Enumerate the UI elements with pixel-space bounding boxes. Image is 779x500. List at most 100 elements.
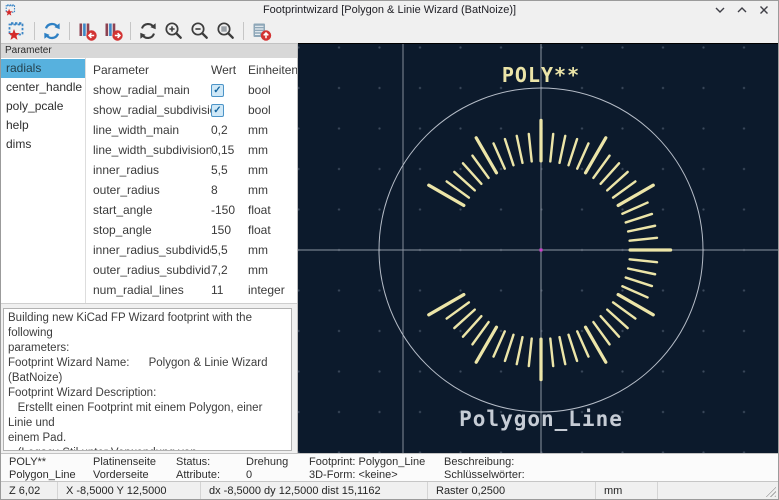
footprint-value-text: Polygon_Line [459, 407, 623, 431]
status-field: Drehung [246, 456, 309, 469]
param-value[interactable]: 11 [211, 283, 248, 297]
radial-subdivision-line [630, 238, 657, 241]
status-column: Drehung0 [246, 456, 309, 481]
param-name: inner_radius [86, 163, 211, 177]
zoom-to-fit-icon[interactable] [213, 19, 239, 43]
previous-parameters-page-icon[interactable] [74, 19, 100, 43]
checkbox-show_radial_main[interactable]: ✓ [211, 84, 224, 97]
param-value[interactable]: 150 [211, 223, 248, 237]
footprint-wizard-window: Footprintwizard [Polygon & Linie Wizard … [0, 0, 779, 500]
close-icon[interactable] [758, 4, 769, 15]
radial-subdivision-line [622, 203, 647, 214]
message-line: Building new KiCad FP Wizard footprint w… [8, 311, 287, 341]
table-row: show_radial_subdivision✓bool [86, 100, 297, 120]
wizard-page-item-radials[interactable]: radials [1, 59, 85, 78]
maximize-icon[interactable] [736, 4, 747, 15]
param-unit: mm [248, 163, 297, 177]
table-row: show_radial_main✓bool [86, 80, 297, 100]
status-field: Status: [176, 456, 246, 469]
radial-subdivision-line [577, 331, 588, 356]
radial-subdivision-line [472, 322, 488, 344]
wizard-page-list: radialscenter_handlepoly_pcalehelpdims [1, 58, 86, 303]
radial-main-line [429, 295, 464, 315]
param-value[interactable]: ✓ [211, 84, 248, 97]
param-unit: mm [248, 243, 297, 257]
coord-segment: mm [596, 482, 658, 499]
table-row: outer_radius_subdivider7,2mm [86, 260, 297, 280]
footprint-wizard-app-icon [4, 3, 18, 17]
param-name: line_width_main [86, 123, 211, 137]
coord-segment: Raster 0,2500 [428, 482, 596, 499]
radial-subdivision-line [569, 335, 578, 361]
param-name: stop_angle [86, 223, 211, 237]
footprint-preview-canvas[interactable]: POLY** Polygon_Line [298, 43, 778, 453]
toolbar-separator [69, 22, 70, 40]
param-name: line_width_subdivision [86, 143, 211, 157]
radial-subdivision-line [472, 156, 488, 178]
radial-main-line [429, 185, 464, 205]
param-name: outer_radius [86, 183, 211, 197]
param-value[interactable]: 0,2 [211, 123, 248, 137]
statusbar: POLY**Polygon_LinePlatinenseiteVordersei… [1, 453, 778, 481]
radial-subdivision-line [593, 322, 609, 344]
table-row: num_radial_lines11integer [86, 280, 297, 300]
wizard-page-item-poly_pcale[interactable]: poly_pcale [1, 97, 85, 116]
param-name: start_angle [86, 203, 211, 217]
parameter-table: ParameterWertEinheitenshow_radial_main✓b… [86, 58, 297, 303]
footprint-wizard-icon[interactable] [4, 19, 30, 43]
param-value[interactable]: 7,2 [211, 263, 248, 277]
radial-subdivision-line [447, 302, 469, 318]
toolbar-separator [130, 22, 131, 40]
param-value[interactable]: 8 [211, 183, 248, 197]
param-unit: bool [248, 103, 297, 117]
radial-subdivision-line [628, 269, 655, 275]
redraw-view-icon[interactable] [135, 19, 161, 43]
message-line: einem Pad. [8, 431, 287, 446]
main-area: Parameter radialscenter_handlepoly_pcale… [1, 43, 778, 453]
resize-grip[interactable] [763, 484, 776, 497]
message-line: parameters: [8, 341, 287, 356]
message-line: Footprint Wizard Name: Polygon & Linie W… [8, 356, 287, 386]
header-wert: Wert [211, 63, 248, 77]
param-value[interactable]: -150 [211, 203, 248, 217]
param-value[interactable]: 5,5 [211, 243, 248, 257]
reload-wizard-icon[interactable] [39, 19, 65, 43]
param-unit: mm [248, 183, 297, 197]
zoom-in-icon[interactable] [161, 19, 187, 43]
header-einheiten: Einheiten [248, 63, 297, 77]
param-value[interactable]: 0,15 [211, 143, 248, 157]
toolbar-separator [243, 22, 244, 40]
table-row: inner_radius5,5mm [86, 160, 297, 180]
table-row: outer_radius8mm [86, 180, 297, 200]
radial-subdivision-line [517, 337, 523, 364]
export-footprint-to-editor-icon[interactable] [248, 19, 274, 43]
checkbox-show_radial_subdivision[interactable]: ✓ [211, 104, 224, 117]
window-controls [714, 4, 778, 15]
param-value[interactable]: ✓ [211, 104, 248, 117]
titlebar: Footprintwizard [Polygon & Linie Wizard … [1, 1, 778, 18]
radial-subdivision-line [529, 134, 532, 161]
zoom-out-icon[interactable] [187, 19, 213, 43]
status-field: Platinenseite [93, 456, 176, 469]
param-value[interactable]: 5,5 [211, 163, 248, 177]
next-parameters-page-icon[interactable] [100, 19, 126, 43]
status-field: Beschreibung: [444, 456, 778, 469]
radial-subdivision-line [517, 136, 523, 163]
radial-subdivision-line [569, 139, 578, 165]
wizard-page-item-center_handle[interactable]: center_handle [1, 78, 85, 97]
status-column: Beschreibung:Schlüsselwörter: [444, 456, 778, 481]
status-column: Footprint: Polygon_Line3D-Form: <keine> [309, 456, 444, 481]
wizard-page-item-help[interactable]: help [1, 116, 85, 135]
message-line: (Legacy-Stil unter Verwendung von Footpr… [8, 446, 287, 451]
radial-subdivision-line [505, 335, 514, 361]
preview-drawing [298, 44, 778, 453]
coordinate-bar: Z 6,02X -8,5000 Y 12,5000dx -8,5000 dy 1… [1, 481, 778, 499]
radial-subdivision-line [613, 181, 635, 197]
status-field: Footprint: Polygon_Line [309, 456, 444, 469]
panel-caption: Parameter [1, 43, 297, 58]
table-row: inner_radius_subdivider5,5mm [86, 240, 297, 260]
table-row: start_angle-150float [86, 200, 297, 220]
parameters-panel: Parameter radialscenter_handlepoly_pcale… [1, 43, 298, 453]
wizard-page-item-dims[interactable]: dims [1, 135, 85, 154]
minimize-icon[interactable] [714, 4, 725, 15]
